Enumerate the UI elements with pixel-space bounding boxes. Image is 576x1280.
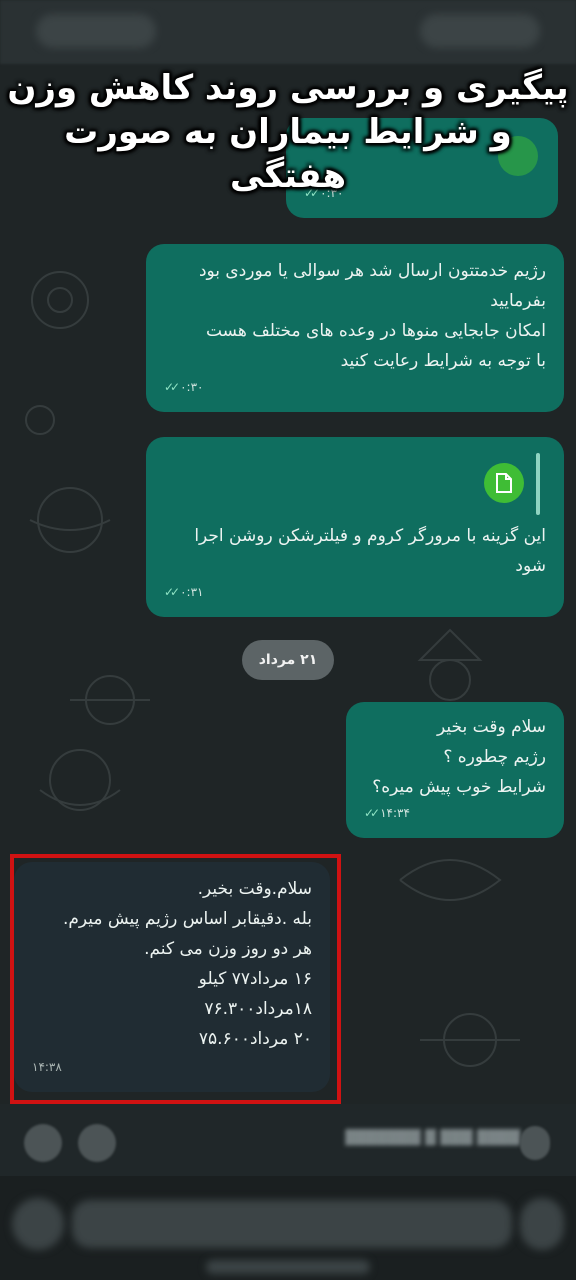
attach-icon[interactable] xyxy=(78,1124,116,1162)
message-time: ✓✓ ۱۴:۳۴ xyxy=(364,798,410,828)
header-blurred-avatar[interactable] xyxy=(420,14,540,48)
header-blurred-title xyxy=(36,14,156,48)
double-check-icon: ✓✓ xyxy=(364,806,380,820)
emoji-icon[interactable] xyxy=(24,1124,62,1162)
nav-search-bar[interactable] xyxy=(72,1200,512,1248)
reply-quote-bar xyxy=(536,453,540,515)
document-icon[interactable] xyxy=(484,463,524,503)
double-check-icon: ✓✓ xyxy=(164,585,180,599)
message-time: ✓✓ ۰:۳۱ xyxy=(164,577,204,607)
mic-icon[interactable] xyxy=(520,1126,550,1160)
nav-button-right[interactable] xyxy=(520,1198,564,1250)
nav-button-left[interactable] xyxy=(12,1198,64,1250)
message-text: رژیم خدمتتون ارسال شد هر سوالی یا موردی … xyxy=(198,261,546,371)
chat-header xyxy=(0,0,576,64)
message-input[interactable]: ▓▓▓▓ ▓▓▓ ▓ ▓▓▓▓▓▓▓ xyxy=(330,1130,520,1152)
home-indicator[interactable] xyxy=(206,1260,370,1274)
message-time: ✓✓ ۰:۳۰ xyxy=(164,372,204,402)
overlay-caption: پیگیری و بررسی روند کاهش وزن و شرایط بیم… xyxy=(7,68,569,196)
system-nav-bar xyxy=(0,1176,576,1280)
message-bubble-document[interactable]: این گزینه با مرورگر کروم و فیلترشکن روشن… xyxy=(146,437,564,617)
date-separator: ۲۱ مرداد xyxy=(242,640,334,680)
message-bubble-outgoing[interactable]: رژیم خدمتتون ارسال شد هر سوالی یا موردی … xyxy=(146,244,564,412)
message-text: این گزینه با مرورگر کروم و فیلترشکن روشن… xyxy=(194,526,546,576)
double-check-icon: ✓✓ xyxy=(164,380,180,394)
highlight-frame xyxy=(10,854,341,1104)
message-bubble-outgoing[interactable]: سلام وقت بخیر رژیم چطوره ؟ شرایط خوب پیش… xyxy=(346,702,564,838)
message-text: سلام وقت بخیر رژیم چطوره ؟ شرایط خوب پیش… xyxy=(372,717,546,797)
